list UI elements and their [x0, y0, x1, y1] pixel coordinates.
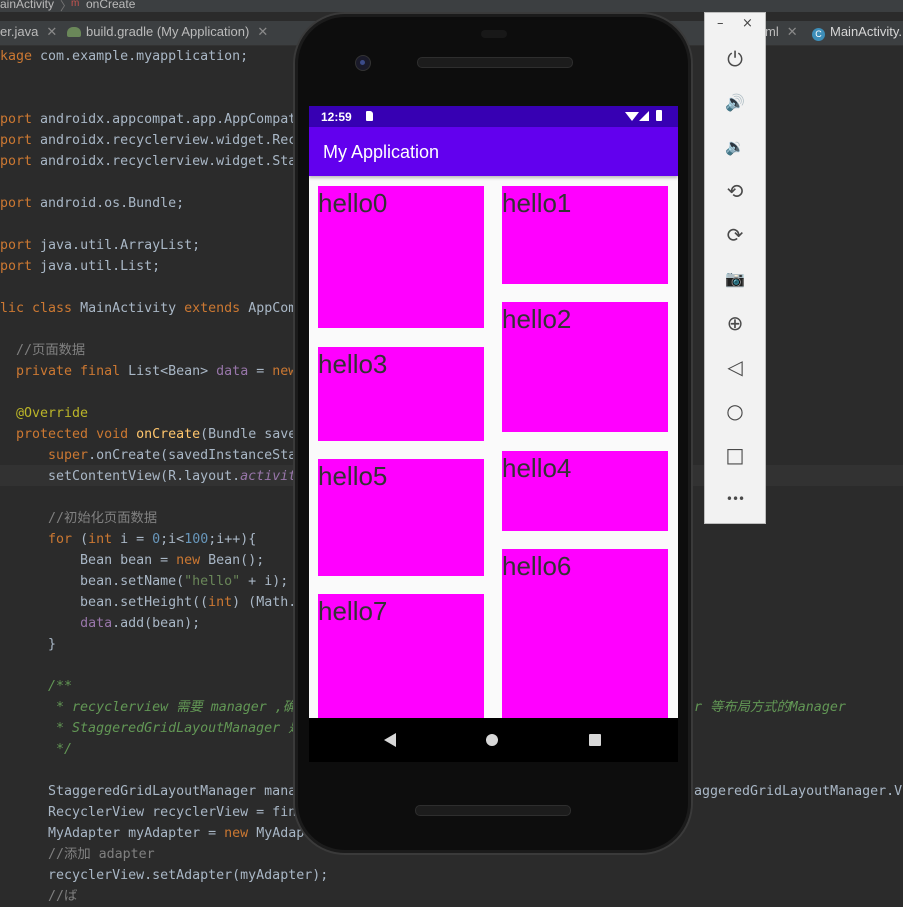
- tab-xml-file[interactable]: ml ✕: [765, 24, 798, 40]
- tab-build-gradle[interactable]: build.gradle (My Application) ✕: [67, 24, 268, 40]
- zoom-icon[interactable]: ⊕: [720, 308, 750, 338]
- sd-card-icon: [366, 111, 373, 121]
- overview-icon[interactable]: □: [720, 440, 750, 470]
- rotate-left-icon[interactable]: ⟲: [720, 176, 750, 206]
- minimize-button[interactable]: –: [717, 16, 724, 31]
- code-line: setContentView(R.layout.activit: [0, 469, 297, 484]
- code-line: bean.setName("hello" + i);: [0, 574, 289, 589]
- top-speaker: [417, 57, 573, 68]
- code-line: port androidx.appcompat.app.AppCompat: [0, 112, 297, 127]
- code-line: data.add(bean);: [80, 616, 201, 631]
- code-line: protected void onCreate(Bundle saved: [0, 427, 305, 442]
- breadcrumb-class[interactable]: ainActivity: [0, 0, 54, 11]
- code-doc-comment: r 等布局方式的Manager: [694, 700, 846, 715]
- status-bar: 12:59: [309, 106, 678, 127]
- item-label: hello1: [502, 188, 572, 218]
- item-label: hello7: [318, 596, 388, 626]
- code-line: MyAdapter myAdapter = new MyAdap: [0, 826, 305, 841]
- volume-up-icon[interactable]: 🔊: [720, 88, 750, 118]
- code-line: for (int i = 0;i<100;i++){: [0, 532, 257, 547]
- tab-label: MainActivity.: [830, 24, 902, 39]
- method-icon: m: [71, 0, 80, 9]
- code-line: lic class MainActivity extends AppCom: [0, 301, 297, 316]
- breadcrumb-method[interactable]: onCreate: [86, 0, 135, 11]
- code-annotation: @Override: [0, 406, 89, 421]
- code-line: recyclerView.setAdapter(myAdapter);: [0, 868, 329, 883]
- item-label: hello3: [318, 349, 388, 379]
- close-button[interactable]: ×: [742, 16, 753, 31]
- item-label: hello5: [318, 461, 388, 491]
- list-item[interactable]: hello1: [502, 186, 668, 284]
- item-label: hello0: [318, 188, 388, 218]
- code-line: port java.util.List;: [0, 259, 161, 274]
- list-item[interactable]: hello6: [502, 549, 668, 718]
- code-line: port androidx.recyclerview.widget.Recy: [0, 133, 305, 148]
- emulator-toolbar: – × ⏻ 🔊 🔉 ⟲ ⟳ 📷 ⊕ ◁ ○ □ •••: [704, 12, 766, 524]
- code-line: }: [0, 637, 57, 652]
- recents-icon[interactable]: [589, 734, 601, 746]
- gradle-icon: [67, 27, 81, 37]
- code-line: aggeredGridLayoutManager.V: [694, 784, 903, 799]
- code-comment: //添加 adapter: [0, 847, 155, 862]
- code-line: kage com.example.myapplication;: [0, 49, 249, 64]
- class-icon: C: [812, 28, 825, 41]
- list-item[interactable]: hello4: [502, 451, 668, 531]
- code-comment: //页面数据: [0, 343, 86, 358]
- tab-label: ml: [765, 24, 779, 39]
- home-icon[interactable]: [486, 734, 498, 746]
- app-bar: My Application: [309, 127, 678, 176]
- battery-icon: [656, 110, 662, 121]
- code-line: super.onCreate(savedInstanceStat: [0, 448, 305, 463]
- list-item[interactable]: hello0: [318, 186, 484, 328]
- item-label: hello4: [502, 453, 572, 483]
- code-line: bean.setHeight((int) (Math.: [0, 595, 297, 610]
- code-line: port java.util.ArrayList;: [0, 238, 201, 253]
- app-title: My Application: [323, 142, 440, 162]
- breadcrumb: ainActivity 〉 m onCreate: [0, 0, 903, 12]
- emulator-screen[interactable]: 12:59 My Application hello0 hello1 hello…: [309, 106, 678, 718]
- front-camera: [355, 55, 371, 71]
- close-icon[interactable]: ✕: [257, 24, 268, 39]
- code-line: RecyclerView recyclerView = find: [0, 805, 305, 820]
- more-icon[interactable]: •••: [720, 484, 750, 514]
- code-line: private final List<Bean> data = new: [0, 364, 297, 379]
- tab-label: build.gradle (My Application): [86, 24, 250, 39]
- status-time: 12:59: [321, 110, 352, 124]
- code-line: port androidx.recyclerview.widget.Stag: [0, 154, 305, 169]
- code-doc-comment: */: [0, 742, 73, 757]
- camera-icon[interactable]: 📷: [720, 264, 750, 294]
- back-icon[interactable]: [384, 733, 396, 747]
- tab-java-file[interactable]: er.java ✕: [0, 24, 57, 40]
- item-label: hello6: [502, 551, 572, 581]
- home-icon[interactable]: ○: [720, 396, 750, 426]
- navigation-bar: [309, 718, 678, 762]
- list-item[interactable]: hello5: [318, 459, 484, 576]
- volume-down-icon[interactable]: 🔉: [720, 132, 750, 162]
- close-icon[interactable]: ✕: [46, 24, 57, 39]
- close-icon[interactable]: ✕: [787, 24, 798, 39]
- list-item[interactable]: hello2: [502, 302, 668, 432]
- back-icon[interactable]: ◁: [720, 352, 750, 382]
- code-line: StaggeredGridLayoutManager manag: [0, 784, 305, 799]
- code-line: port android.os.Bundle;: [0, 196, 185, 211]
- tab-label: er.java: [0, 24, 39, 39]
- rotate-right-icon[interactable]: ⟳: [720, 220, 750, 250]
- code-doc-comment: * StaggeredGridLayoutManager 是: [0, 721, 302, 736]
- proximity-sensor: [481, 30, 507, 38]
- bottom-speaker: [415, 805, 571, 816]
- code-doc-comment: /**: [0, 679, 73, 694]
- code-comment: //初始化页面数据: [0, 511, 158, 526]
- code-line: Bean bean = new Bean();: [0, 553, 265, 568]
- code-doc-comment: * recyclerview 需要 manager ,确: [0, 700, 297, 715]
- power-icon[interactable]: ⏻: [720, 44, 750, 74]
- tab-main-activity[interactable]: C MainActivity.: [812, 24, 902, 41]
- item-label: hello2: [502, 304, 572, 334]
- list-item[interactable]: hello7: [318, 594, 484, 718]
- code-comment: //ば: [0, 889, 78, 904]
- signal-icon: [639, 111, 649, 121]
- wifi-icon: [625, 112, 639, 121]
- list-item[interactable]: hello3: [318, 347, 484, 441]
